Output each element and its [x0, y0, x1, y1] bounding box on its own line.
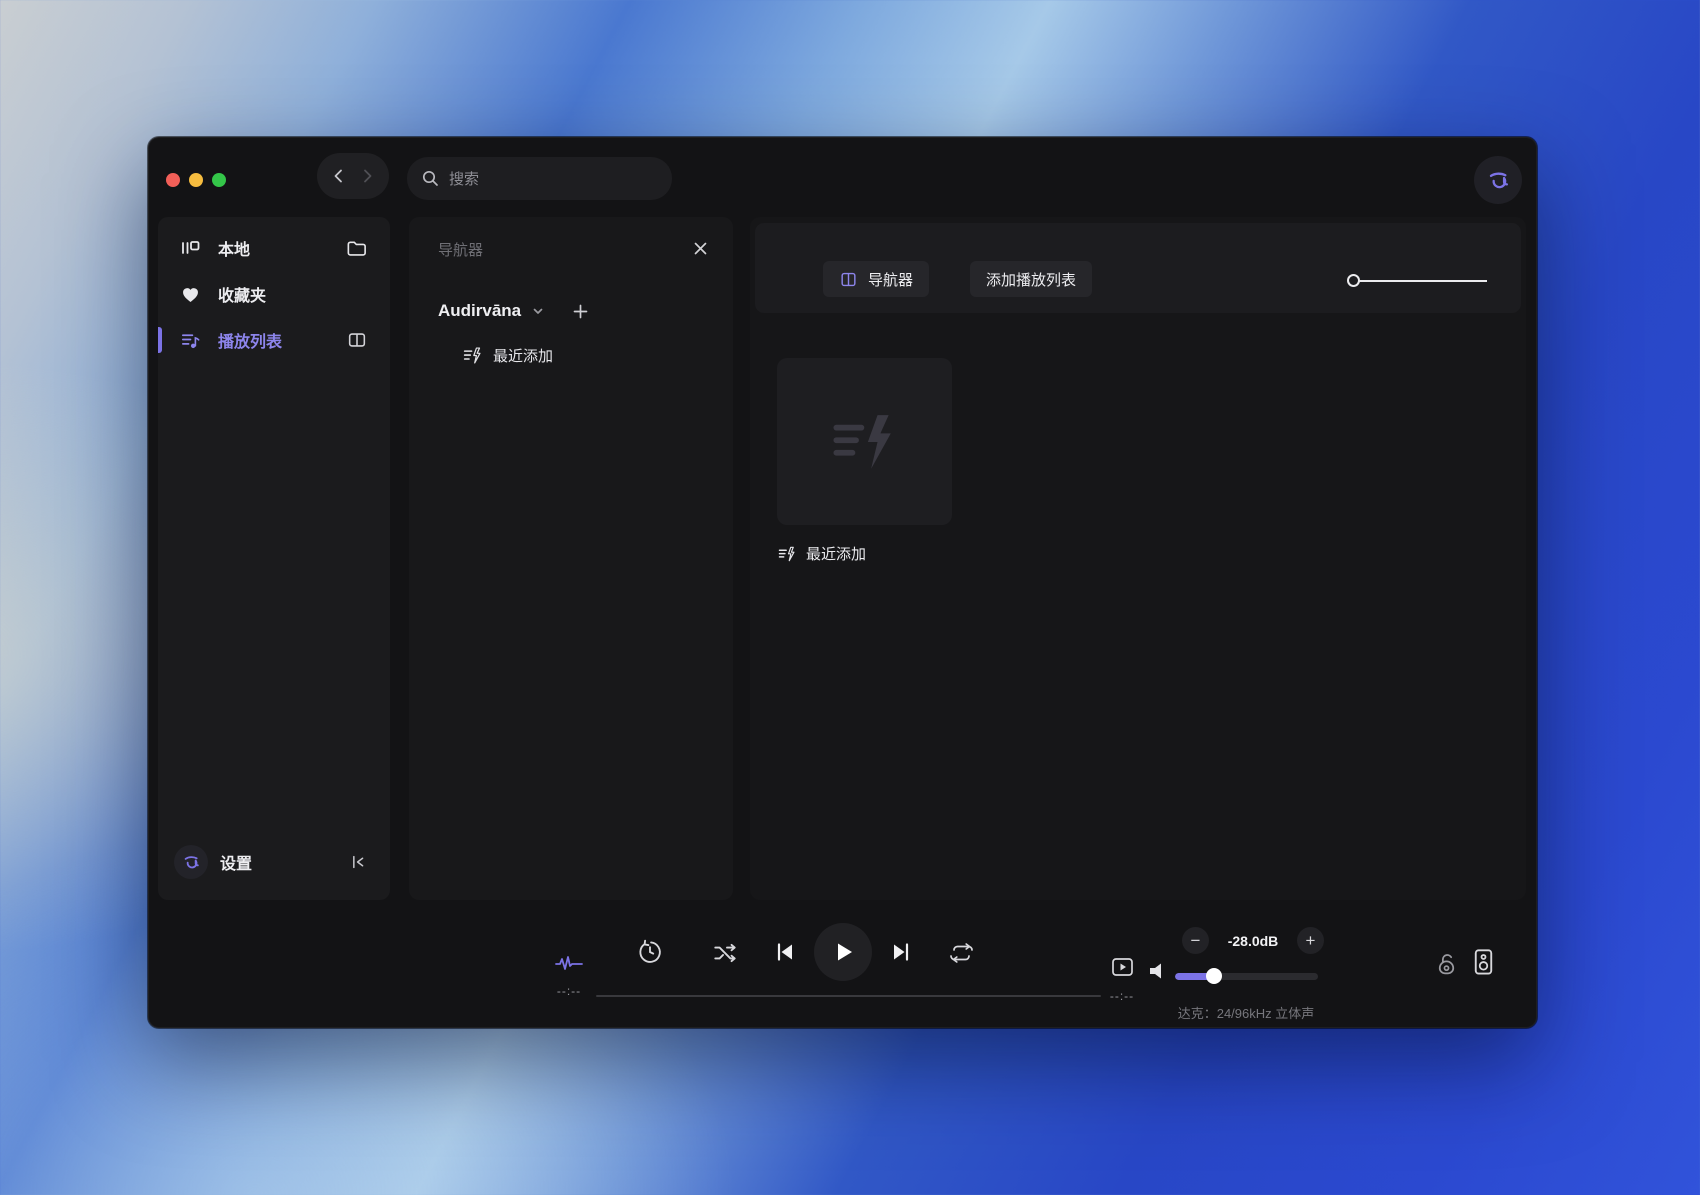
- tile-label: 最近添加: [806, 546, 867, 563]
- repeat-icon[interactable]: [948, 941, 975, 965]
- volume-down-button[interactable]: −: [1182, 927, 1209, 954]
- history-nav: [317, 153, 389, 199]
- navigator-title: 导航器: [438, 242, 484, 259]
- add-playlist-label: 添加播放列表: [986, 271, 1077, 289]
- library-icon: [178, 237, 202, 259]
- sidebar-item-playlists[interactable]: 播放列表: [158, 323, 390, 357]
- elapsed-time: --:--: [556, 984, 582, 998]
- main-panel: 导航器 添加播放列表 最近添加: [750, 217, 1526, 900]
- volume-icon[interactable]: [1148, 961, 1170, 986]
- audio-output-icon[interactable]: [1470, 947, 1497, 983]
- close-window-button[interactable]: [166, 173, 180, 187]
- app-window: 搜索 本地 收藏夹 播放列表 设置 导航器 Audirvāna 最近添加 导航器…: [148, 137, 1537, 1028]
- heart-icon: [178, 284, 202, 305]
- columns-icon[interactable]: [346, 329, 368, 351]
- playlist-icon: [178, 329, 202, 352]
- remaining-time: --:--: [1109, 989, 1135, 1003]
- playlist-tile-recently-added[interactable]: [777, 358, 952, 525]
- close-navigator-icon[interactable]: [689, 237, 711, 259]
- slider-knob[interactable]: [1347, 274, 1360, 287]
- chevron-down-icon: [532, 305, 544, 317]
- elapsed-time-block: --:--: [544, 953, 594, 1000]
- mini-player-icon[interactable]: [1098, 955, 1146, 979]
- minimize-window-button[interactable]: [189, 173, 203, 187]
- sidebar-item-settings[interactable]: 设置: [158, 842, 390, 882]
- audirvana-logo-icon: [1489, 172, 1509, 189]
- navigator-item-label: 最近添加: [493, 348, 554, 365]
- smart-playlist-icon: [832, 414, 891, 469]
- sidebar-item-local[interactable]: 本地: [158, 231, 390, 265]
- toggle-navigator-button[interactable]: 导航器: [823, 261, 930, 297]
- previous-track-icon[interactable]: [773, 940, 797, 964]
- volume-thumb[interactable]: [1205, 968, 1222, 984]
- toggle-navigator-label: 导航器: [868, 271, 914, 289]
- output-info: 达克：24/96kHz 立体声: [1177, 1006, 1315, 1021]
- collapse-sidebar-icon[interactable]: [348, 852, 368, 872]
- zoom-window-button[interactable]: [212, 173, 226, 187]
- smart-playlist-icon: [778, 546, 795, 561]
- tile-label-row[interactable]: 最近添加: [777, 543, 866, 564]
- volume-track: [1175, 973, 1318, 980]
- active-indicator: [158, 327, 162, 353]
- sidebar-item-label: 收藏夹: [218, 288, 267, 305]
- library-name: Audirvāna: [438, 301, 522, 320]
- sidebar-item-label: 本地: [218, 242, 251, 259]
- main-header: 导航器 添加播放列表: [755, 223, 1521, 313]
- progress-bar[interactable]: [596, 995, 1101, 997]
- search-input[interactable]: 搜索: [407, 157, 672, 200]
- account-button[interactable]: [1474, 156, 1522, 204]
- volume-db-value: -28.0dB: [1227, 932, 1279, 949]
- add-library-icon[interactable]: [571, 302, 590, 321]
- tile-size-slider[interactable]: [1347, 274, 1487, 288]
- play-icon: [838, 943, 852, 961]
- library-selector[interactable]: Audirvāna: [438, 301, 590, 321]
- remaining-time-block: --:--: [1098, 955, 1146, 1005]
- shuffle-icon[interactable]: [712, 940, 738, 966]
- folder-icon[interactable]: [345, 237, 368, 260]
- volume-db-controls: − -28.0dB +: [1182, 927, 1324, 954]
- traffic-lights: [166, 173, 226, 187]
- sidebar: 本地 收藏夹 播放列表 设置: [158, 217, 390, 900]
- search-placeholder: 搜索: [449, 171, 480, 188]
- next-track-icon[interactable]: [889, 940, 913, 964]
- search-icon: [422, 170, 438, 186]
- waveform-icon: [544, 953, 594, 975]
- add-playlist-button[interactable]: 添加播放列表: [970, 261, 1093, 297]
- replay-icon[interactable]: [637, 939, 663, 965]
- audirvana-logo-icon: [174, 845, 208, 879]
- slider-track: [1355, 280, 1487, 282]
- play-button[interactable]: [814, 923, 872, 981]
- unlock-icon[interactable]: [1434, 951, 1459, 983]
- navigator-item-recently-added[interactable]: 最近添加: [462, 345, 553, 366]
- volume-slider[interactable]: [1175, 968, 1318, 984]
- volume-up-button[interactable]: +: [1297, 927, 1324, 954]
- columns-icon: [841, 272, 856, 286]
- forward-icon[interactable]: [358, 167, 376, 185]
- sidebar-item-favorites[interactable]: 收藏夹: [158, 277, 390, 311]
- settings-label: 设置: [220, 856, 253, 873]
- back-icon[interactable]: [330, 167, 348, 185]
- sidebar-item-label: 播放列表: [218, 334, 283, 351]
- smart-playlist-icon: [463, 347, 481, 364]
- navigator-panel: 导航器 Audirvāna 最近添加: [409, 217, 733, 900]
